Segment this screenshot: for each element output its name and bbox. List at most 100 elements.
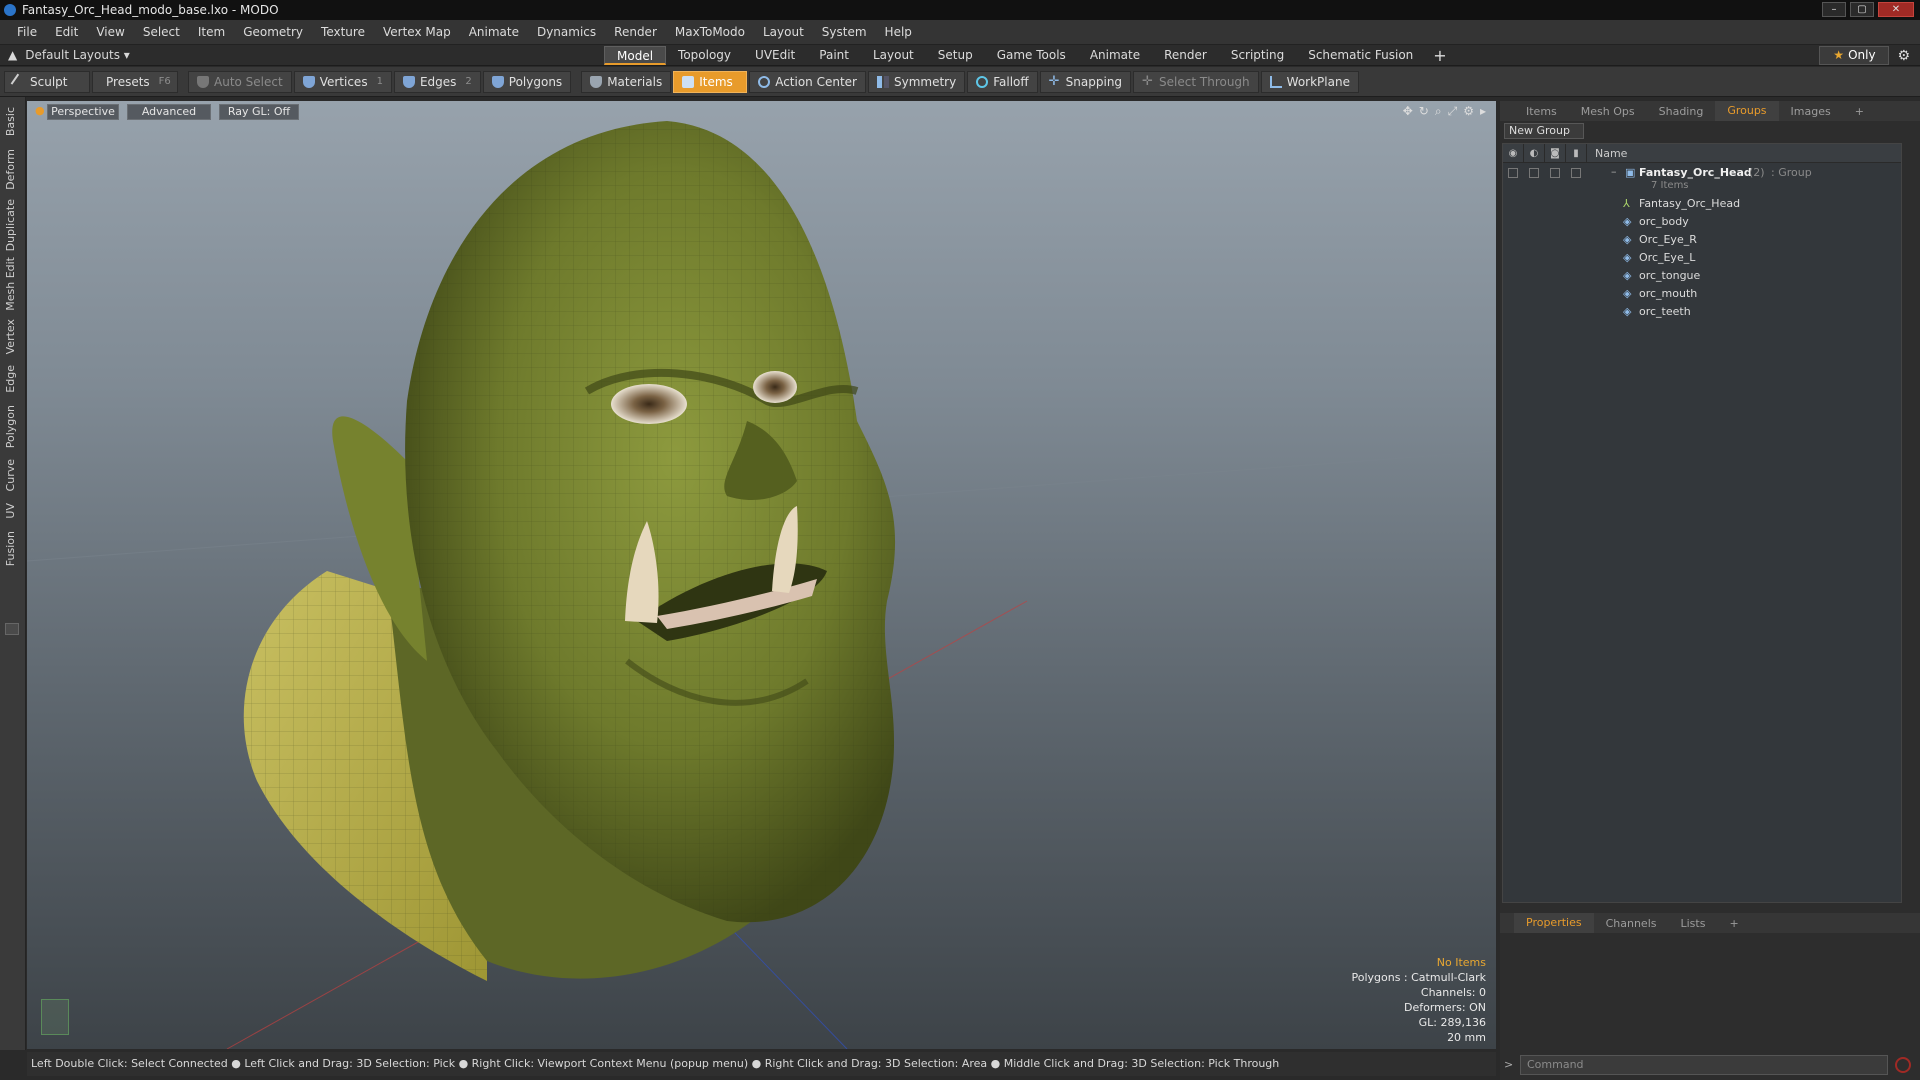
list-item[interactable]: ◈ orc_body [1503,212,1901,230]
close-button[interactable]: ✕ [1878,2,1914,17]
tab-render[interactable]: Render [1152,46,1219,65]
tab-scripting[interactable]: Scripting [1219,46,1296,65]
list-item[interactable]: ◈ orc_mouth [1503,284,1901,302]
add-panel-tab-icon[interactable]: + [1843,105,1876,118]
group-row[interactable]: – ▣ Fantasy_Orc_Head (2) : Group 7 Items [1503,164,1901,192]
tab-lists[interactable]: Lists [1669,917,1718,930]
tab-layout[interactable]: Layout [861,46,926,65]
menu-help[interactable]: Help [876,25,921,39]
menu-geometry[interactable]: Geometry [234,25,312,39]
menu-item[interactable]: Item [189,25,234,39]
action-center-button[interactable]: Action Center [749,70,866,93]
tab-groups[interactable]: Groups [1715,101,1779,121]
menu-animate[interactable]: Animate [460,25,528,39]
viewport-menu-dot[interactable]: ● [35,104,45,120]
tab-mesh-ops[interactable]: Mesh Ops [1569,105,1647,118]
vtab-uv[interactable]: UV [4,503,20,519]
add-tab-icon[interactable]: + [1425,46,1454,65]
vtab-edge[interactable]: Edge [4,365,20,393]
vtab-curve[interactable]: Curve [4,459,20,491]
vtab-mesh-edit[interactable]: Mesh Edit [4,257,20,311]
tab-images[interactable]: Images [1779,105,1843,118]
list-item[interactable]: ◈ Orc_Eye_L [1503,248,1901,266]
add-properties-tab-icon[interactable]: + [1717,917,1750,930]
menu-texture[interactable]: Texture [312,25,374,39]
menu-file[interactable]: File [8,25,46,39]
list-item[interactable]: ◈ orc_teeth [1503,302,1901,320]
group-render-check[interactable] [1529,168,1539,178]
only-toggle-button[interactable]: ★ Only [1819,46,1890,65]
perspective-button[interactable]: Perspective [47,104,119,120]
menu-select[interactable]: Select [134,25,189,39]
list-item[interactable]: ◈ orc_tongue [1503,266,1901,284]
tab-topology[interactable]: Topology [666,46,743,65]
left-panel-toggle[interactable] [5,623,19,635]
menu-view[interactable]: View [87,25,133,39]
rotate-icon[interactable]: ↻ [1419,104,1429,119]
vtab-vertex[interactable]: Vertex [4,319,20,354]
vtab-basic[interactable]: Basic [4,107,20,136]
render-icon[interactable]: ◐ [1524,143,1545,163]
workplane-button[interactable]: WorkPlane [1260,70,1359,93]
tab-schematic-fusion[interactable]: Schematic Fusion [1296,46,1425,65]
pan-icon[interactable]: ✥ [1403,104,1413,119]
falloff-button[interactable]: Falloff [967,70,1038,93]
layout-expand-icon[interactable]: ▲ [8,48,17,62]
viewport-arrow-icon[interactable]: ▸ [1480,104,1486,119]
command-stop-icon[interactable] [1895,1057,1911,1073]
vtab-duplicate[interactable]: Duplicate [4,199,20,251]
minimize-button[interactable]: – [1822,2,1846,17]
vtab-polygon[interactable]: Polygon [4,405,20,448]
advanced-shading-button[interactable]: Advanced [127,104,211,120]
presets-button[interactable]: Presets F6 [92,70,178,93]
menu-system[interactable]: System [813,25,876,39]
lock-icon[interactable]: ◙ [1545,143,1566,163]
snapping-button[interactable]: ✛ Snapping [1039,70,1132,93]
materials-button[interactable]: Materials [581,70,672,93]
groups-list[interactable]: ◉ ◐ ◙ ▮ Name – ▣ Fantasy_Orc_Head (2) : … [1502,143,1902,903]
menu-dynamics[interactable]: Dynamics [528,25,605,39]
menu-edit[interactable]: Edit [46,25,87,39]
gear-icon[interactable]: ⚙ [1897,48,1910,64]
tab-properties[interactable]: Properties [1514,913,1594,933]
auto-select-button[interactable]: Auto Select [188,70,292,93]
ray-gl-button[interactable]: Ray GL: Off [219,104,299,120]
collapse-icon[interactable]: – [1611,165,1617,178]
vertices-button[interactable]: Vertices 1 [293,70,392,93]
tab-channels[interactable]: Channels [1594,917,1669,930]
zoom-icon[interactable]: ⌕ [1435,104,1442,119]
viewport-gear-icon[interactable]: ⚙ [1463,104,1474,119]
default-layouts-dropdown[interactable]: Default Layouts ▾ [25,48,130,62]
orc-head-model[interactable] [27,101,1496,1049]
tab-paint[interactable]: Paint [807,46,861,65]
select-icon[interactable]: ▮ [1566,143,1587,163]
edges-button[interactable]: Edges 2 [393,70,481,93]
tab-uvedit[interactable]: UVEdit [743,46,807,65]
tab-animate[interactable]: Animate [1078,46,1152,65]
new-group-button[interactable]: New Group [1504,123,1584,139]
vtab-deform[interactable]: Deform [4,149,20,190]
menu-vertex-map[interactable]: Vertex Map [374,25,460,39]
vtab-fusion[interactable]: Fusion [4,531,20,566]
menu-render[interactable]: Render [605,25,666,39]
visibility-eye-icon[interactable]: ◉ [1503,143,1524,163]
select-through-button[interactable]: ✛ Select Through [1133,70,1259,93]
command-expand-icon[interactable]: > [1504,1058,1513,1071]
group-visible-check[interactable] [1508,168,1518,178]
polygons-button[interactable]: Polygons [482,70,572,93]
3d-viewport[interactable]: ● Perspective Advanced Ray GL: Off ✥ ↻ ⌕… [27,101,1496,1049]
menu-layout[interactable]: Layout [754,25,813,39]
list-item[interactable]: ⅄ Fantasy_Orc_Head [1503,194,1901,212]
tab-game-tools[interactable]: Game Tools [985,46,1078,65]
sculpt-button[interactable]: Sculpt [4,70,90,93]
group-select-check[interactable] [1571,168,1581,178]
menu-maxtomodo[interactable]: MaxToModo [666,25,754,39]
tab-shading[interactable]: Shading [1647,105,1716,118]
maximize-button[interactable]: ▢ [1850,2,1874,17]
fit-icon[interactable]: ⤢ [1448,104,1458,119]
command-input[interactable]: Command [1520,1055,1888,1075]
name-column-header[interactable]: Name [1587,147,1627,160]
tab-items[interactable]: Items [1514,105,1569,118]
group-lock-check[interactable] [1550,168,1560,178]
tab-model[interactable]: Model [604,46,667,65]
